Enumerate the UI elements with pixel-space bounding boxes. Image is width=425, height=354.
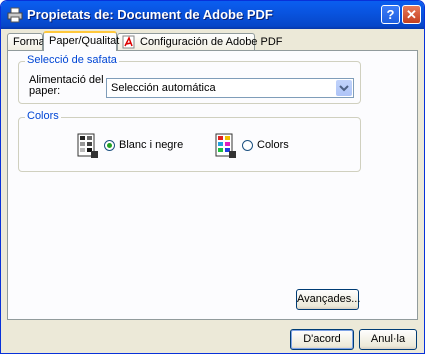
black-white-radio[interactable]: [104, 140, 115, 151]
window-title: Propietats de: Document de Adobe PDF: [27, 7, 273, 22]
tab-adobe-pdf-settings[interactable]: Configuración de Adobe PDF: [117, 33, 282, 50]
colors-label: Colors: [257, 139, 289, 151]
black-white-page-icon: [77, 133, 98, 158]
colors-radio[interactable]: [242, 140, 253, 151]
colors-group-title: Colors: [25, 110, 61, 122]
cancel-button[interactable]: Anul·la: [359, 329, 417, 350]
paper-source-value: Selección automática: [111, 82, 216, 94]
paper-source-group-title: Selecció de safata: [25, 54, 119, 66]
paper-source-select[interactable]: Selección automática: [106, 78, 354, 98]
tab-paper-quality[interactable]: Paper/Qualitat: [43, 31, 119, 51]
paper-source-group: Selecció de safata Alimentació del paper…: [18, 54, 361, 104]
paper-source-label: Alimentació del paper:: [29, 74, 104, 97]
tab-format[interactable]: Format: [7, 33, 48, 50]
color-page-icon: [215, 133, 236, 158]
title-bar[interactable]: Propietats de: Document de Adobe PDF ? ✕: [1, 1, 424, 29]
chevron-down-icon[interactable]: [336, 80, 352, 96]
ok-button[interactable]: D'acord: [290, 329, 354, 350]
tab-adobe-pdf-label: Configuración de Adobe PDF: [140, 36, 283, 48]
close-button[interactable]: ✕: [402, 5, 421, 24]
tab-panel: Selecció de safata Alimentació del paper…: [7, 50, 418, 320]
advanced-button[interactable]: Avançades...: [296, 289, 360, 310]
black-white-label: Blanc i negre: [119, 139, 184, 151]
properties-dialog: Propietats de: Document de Adobe PDF ? ✕…: [0, 0, 425, 354]
colors-group: Colors Blanc i negre Colors: [18, 110, 361, 172]
adobe-pdf-icon: [122, 35, 135, 49]
help-button[interactable]: ?: [381, 5, 400, 24]
printer-icon: [7, 7, 23, 23]
